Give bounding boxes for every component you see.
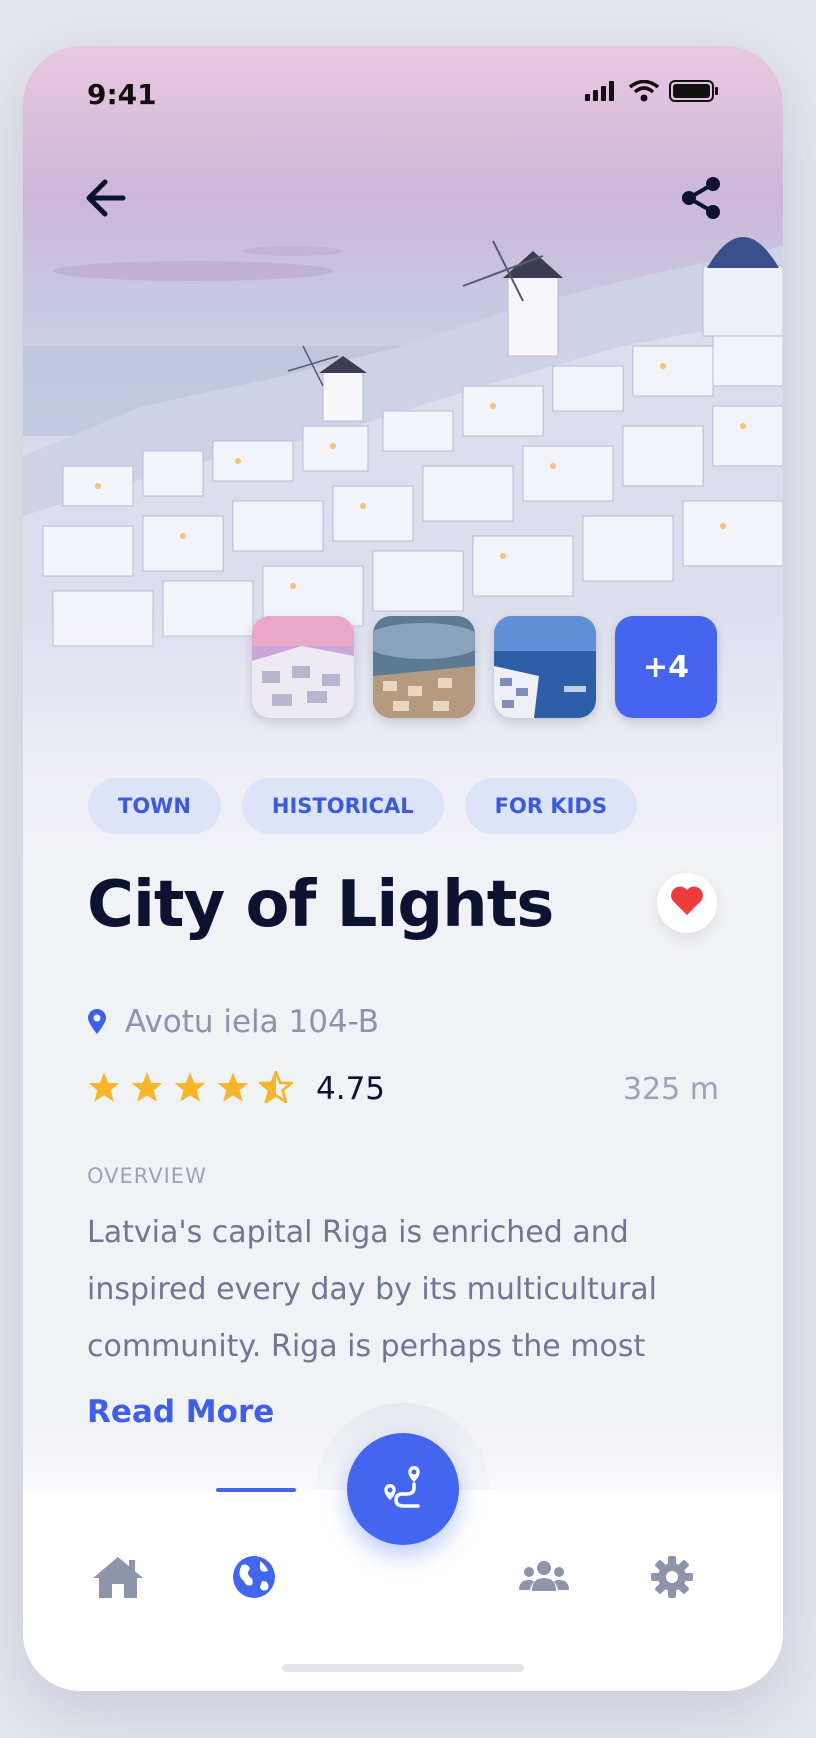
tag-list: TOWN HISTORICAL FOR KIDS (88, 778, 637, 834)
gallery-thumbnails: +4 (252, 616, 717, 718)
hero-image (23, 46, 783, 876)
gear-icon (650, 1555, 694, 1603)
address-row: Avotu iela 104-B (87, 1004, 379, 1040)
tag-town[interactable]: TOWN (88, 778, 221, 834)
star-icon (173, 1071, 207, 1107)
star-half-icon (256, 1068, 296, 1107)
thumbnail-2[interactable] (373, 616, 475, 718)
read-more-link[interactable]: Read More (87, 1394, 274, 1430)
back-button[interactable] (75, 170, 135, 230)
home-icon (91, 1554, 145, 1604)
globe-icon (232, 1555, 276, 1603)
share-button[interactable] (671, 170, 731, 230)
star-icon (87, 1071, 121, 1107)
heart-icon (670, 886, 704, 920)
share-icon (680, 176, 722, 224)
thumbnail-3[interactable] (494, 616, 596, 718)
thumbnail-1[interactable] (252, 616, 354, 718)
star-icon (130, 1071, 164, 1107)
distance-text: 325 m (622, 1072, 719, 1107)
address-text: Avotu iela 104-B (125, 1004, 380, 1040)
home-indicator (282, 1664, 524, 1672)
rating-value: 4.75 (316, 1071, 386, 1107)
tag-historical[interactable]: HISTORICAL (241, 778, 444, 834)
more-photos-button[interactable]: +4 (615, 616, 717, 718)
nav-community[interactable] (516, 1551, 572, 1607)
tag-for-kids[interactable]: FOR KIDS (464, 778, 637, 834)
wifi-icon (628, 79, 660, 106)
route-icon (378, 1462, 428, 1516)
nav-home[interactable] (90, 1551, 146, 1607)
users-icon (519, 1559, 569, 1599)
place-title: City of Lights (87, 868, 554, 942)
location-pin-icon (87, 1009, 107, 1035)
favorite-button[interactable] (657, 873, 717, 933)
route-fab-button[interactable] (347, 1433, 459, 1545)
status-icons (585, 79, 719, 106)
star-icon (216, 1071, 250, 1107)
status-time: 9:41 (87, 78, 157, 111)
nav-active-indicator (216, 1488, 296, 1492)
battery-icon (669, 80, 719, 106)
overview-label: OVERVIEW (87, 1164, 207, 1188)
nav-explore[interactable] (226, 1551, 282, 1607)
arrow-left-icon (83, 178, 127, 222)
rating-row: 4.75 (87, 1068, 386, 1107)
nav-settings[interactable] (644, 1551, 700, 1607)
phone-screen: 9:41 +4 TOWN HISTORICAL FOR KIDS City of… (23, 46, 783, 1691)
signal-icon (585, 81, 619, 105)
overview-text: Latvia's capital Riga is enriched and in… (87, 1215, 658, 1364)
